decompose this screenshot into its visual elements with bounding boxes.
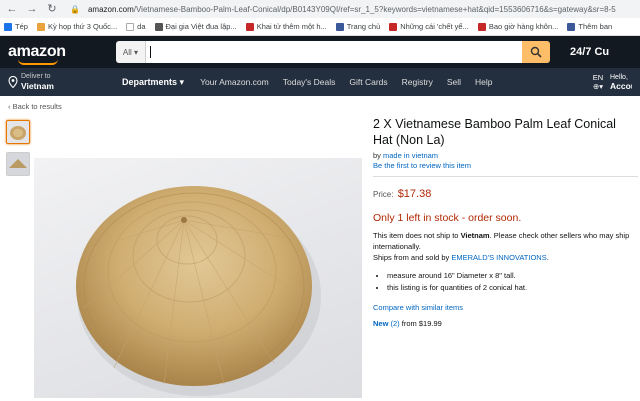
back-arrow-icon[interactable]: ← [6,0,18,18]
bookmark-1[interactable]: Kỳ họp thứ 3 Quốc... [36,22,117,31]
url-host: amazon.com [87,4,134,14]
bookmarks-bar: Tép Kỳ họp thứ 3 Quốc... da Đại gia Việt đu… [0,18,640,36]
facebook-icon [335,22,344,31]
compare-similar-link[interactable]: Compare with similar items [373,303,638,312]
bookmark-6[interactable]: Những cái 'chết yể... [389,22,469,31]
nav-link-5[interactable]: Help [475,77,492,87]
address-bar[interactable]: amazon.com/Vietnamese-Bamboo-Palm-Leaf-C… [88,5,634,14]
nav-link-4[interactable]: Sell [447,77,461,87]
review-link[interactable]: Be the first to review this item [373,161,638,170]
news-icon [154,22,163,31]
bookmark-7[interactable]: Bao giờ hàng khôn... [477,22,558,31]
news-icon [245,22,254,31]
language-selector[interactable]: EN ⊕▾ [586,73,610,91]
location-pin-icon [8,76,18,88]
seller-link[interactable]: EMERALD'S INNOVATIONS [451,253,546,262]
new-offers-link[interactable]: New (2) from $19.99 [373,319,638,328]
feature-bullets: measure around 16" Diameter x 8" tall.th… [373,270,638,294]
smile-arrow-icon [18,59,58,65]
feature-bullet: this listing is for quantities of 2 coni… [387,282,638,294]
product-content: 2 X Vietnamese Bamboo Palm Leaf Conical … [0,116,640,398]
search-button[interactable] [522,41,550,63]
search-input[interactable] [146,41,522,63]
browser-toolbar: ← → ↻ 🔒 amazon.com/Vietnamese-Bamboo-Pal… [0,0,640,18]
bookmark-3[interactable]: Đại gia Việt đua lập... [154,22,237,31]
deliver-country: Vietnam [21,81,54,91]
url-path: /Vietnamese-Bamboo-Palm-Leaf-Conical/dp/… [133,4,616,14]
nav-link-1[interactable]: Today's Deals [283,77,336,87]
search-category-dropdown[interactable]: All ▾ [116,41,146,63]
chevron-down-icon: ▾ [179,76,185,87]
departments-menu[interactable]: Departments ▾ [122,77,184,88]
divider [373,176,638,177]
search-bar: All ▾ [116,41,550,63]
thumbnail-2[interactable] [6,152,30,176]
star-icon [36,22,45,31]
byline: by made in vietnam [373,151,439,160]
nav-link-3[interactable]: Registry [402,77,433,87]
feature-bullet: measure around 16" Diameter x 8" tall. [387,270,638,282]
bookmark-8[interactable]: Thêm ban [567,22,612,31]
lock-icon[interactable]: 🔒 [70,5,80,14]
forward-arrow-icon[interactable]: → [26,0,38,18]
apps-icon [4,22,12,31]
price-row: Price: $17.38 [373,188,432,200]
hat-side-thumbnail-image [7,153,29,175]
globe-icon: ⊕▾ [592,82,604,91]
promo-text[interactable]: 24/7 Cu [570,46,609,58]
back-to-results-link[interactable]: ‹ Back to results [0,96,640,116]
news-icon [389,22,398,31]
deliver-label: Deliver to [21,73,51,80]
hat-thumbnail-image [7,121,29,143]
conical-hat-image [76,186,321,396]
brand-link[interactable]: made in vietnam [383,151,438,160]
nav-link-0[interactable]: Your Amazon.com [200,77,269,87]
text-caret [150,46,151,58]
news-icon [477,22,486,31]
account-menu[interactable]: Hello,Accou [610,73,632,92]
bookmark-0[interactable]: Tép [4,22,28,31]
bookmark-4[interactable]: Khai tử thêm một h... [245,22,327,31]
facebook-icon [567,22,576,31]
stock-status: Only 1 left in stock - order soon. [373,212,522,224]
bookmark-2[interactable]: da [126,22,146,31]
amazon-header: amazon All ▾ 24/7 Cu [0,36,640,68]
nav-link-2[interactable]: Gift Cards [349,77,387,87]
amazon-logo[interactable]: amazon [8,44,104,65]
shipping-notice: This item does not ship to Vietnam. Plea… [373,231,630,262]
product-title: 2 X Vietnamese Bamboo Palm Leaf Conical … [373,117,616,147]
product-details: 2 X Vietnamese Bamboo Palm Leaf Conical … [373,116,638,328]
reload-icon[interactable]: ↻ [46,0,58,18]
search-icon [530,46,542,58]
thumbnail-1[interactable] [6,120,30,144]
page-icon [126,22,135,31]
amazon-nav: Deliver to Vietnam Departments ▾ Your Am… [0,68,640,96]
main-product-image[interactable] [34,158,362,398]
nav-links: Your Amazon.com Today's Deals Gift Cards Re… [200,77,492,87]
deliver-to[interactable]: Deliver to Vietnam [8,73,118,91]
bookmark-5[interactable]: Trang chủ [335,22,380,31]
price-value: $17.38 [397,188,432,200]
